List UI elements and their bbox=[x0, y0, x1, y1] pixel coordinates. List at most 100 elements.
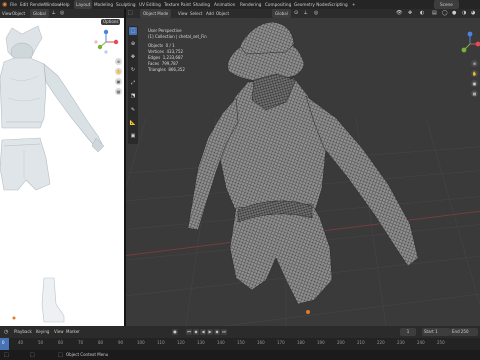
timeline-menu-view[interactable]: View bbox=[54, 326, 64, 338]
rotate-icon[interactable]: ↻ bbox=[129, 66, 137, 74]
status-bar: ⬚ ⬚ ⬚ Object Context Menu bbox=[0, 350, 480, 360]
move-icon[interactable]: ✥ bbox=[129, 53, 137, 61]
ruler-tick: 110 bbox=[157, 340, 165, 345]
timeline-menu-keying[interactable]: Keying bbox=[36, 326, 49, 338]
menu-window[interactable]: Window bbox=[44, 0, 61, 9]
blender-logo-icon[interactable]: ◉ bbox=[2, 0, 7, 9]
ruler-tick: 200 bbox=[337, 340, 345, 345]
hat-mesh bbox=[227, 21, 304, 83]
workspace-tab-modeling[interactable]: Modeling bbox=[94, 0, 113, 9]
timeline-editor-icon[interactable]: ◷ bbox=[4, 326, 8, 338]
mouse-select-icon: ⬚ bbox=[4, 352, 9, 358]
overlays-icon[interactable]: ◐ bbox=[420, 9, 424, 18]
left-zoom-icon[interactable]: ⊕ bbox=[115, 58, 122, 65]
transform-icon[interactable]: ⬔ bbox=[129, 92, 137, 100]
top-menubar: ◉ File Edit Render Window Help Layout Mo… bbox=[0, 0, 480, 9]
end-frame-field[interactable]: End 250 bbox=[450, 328, 478, 336]
left-reference-viewport[interactable]: Options ⊕ ✋ ▣ ▦ bbox=[0, 18, 124, 326]
menu-view[interactable]: View bbox=[178, 9, 188, 18]
annotate-icon[interactable]: ✎ bbox=[129, 106, 137, 114]
snap-icon[interactable]: ⟂ bbox=[304, 9, 307, 18]
scene-selector[interactable]: Scene bbox=[434, 0, 459, 9]
left-menu-object[interactable]: Object bbox=[12, 9, 25, 18]
workspace-tab-uv-editing[interactable]: UV Editing bbox=[139, 0, 161, 9]
ruler-tick: 210 bbox=[357, 340, 365, 345]
proportional-edit-icon[interactable]: ◎ bbox=[314, 9, 318, 18]
timeline-ruler[interactable]: 0 40 50 60 70 80 90 100 110 120 130 140 … bbox=[0, 338, 480, 350]
left-menu-view[interactable]: View bbox=[2, 9, 12, 18]
start-frame-field[interactable]: Start 1 bbox=[422, 328, 450, 336]
add-workspace-button[interactable]: + bbox=[352, 0, 356, 9]
solid-shading-icon[interactable]: ● bbox=[452, 9, 456, 18]
menu-select[interactable]: Select bbox=[190, 9, 202, 18]
shorts-mesh bbox=[229, 200, 333, 305]
mouse-context-icon: ⬚ bbox=[58, 352, 63, 358]
workspace-tab-scripting[interactable]: Scripting bbox=[329, 0, 348, 9]
ruler-tick: 230 bbox=[397, 340, 405, 345]
menu-file[interactable]: File bbox=[10, 0, 17, 9]
left-pan-icon[interactable]: ✋ bbox=[115, 68, 122, 75]
workspace-tab-compositing[interactable]: Compositing bbox=[265, 0, 291, 9]
gizmo-icon[interactable]: ✥ bbox=[408, 9, 412, 18]
ruler-tick: 150 bbox=[237, 340, 245, 345]
menu-object[interactable]: Object bbox=[216, 9, 229, 18]
transform-orientation-dropdown[interactable]: Global bbox=[272, 9, 291, 18]
left-options-button[interactable]: Options bbox=[101, 19, 121, 25]
record-icon[interactable]: ● bbox=[172, 329, 178, 335]
left-snap-icon[interactable]: ⟂ bbox=[52, 9, 55, 18]
left-transform-orientation[interactable]: Global bbox=[30, 9, 49, 18]
scale-icon[interactable]: ⤢ bbox=[129, 79, 137, 87]
next-key-icon[interactable]: ◆ bbox=[214, 329, 220, 335]
play-reverse-icon[interactable]: ◀ bbox=[200, 329, 206, 335]
workspace-tab-texture-paint[interactable]: Texture Paint bbox=[164, 0, 191, 9]
left-camera-icon[interactable]: ▣ bbox=[115, 78, 122, 85]
xray-icon[interactable]: ▤ bbox=[432, 9, 437, 18]
wireframe-shading-icon[interactable]: ◯ bbox=[442, 9, 448, 18]
workspace-tab-layout[interactable]: Layout bbox=[74, 0, 93, 9]
workspace-tab-sculpting[interactable]: Sculpting bbox=[116, 0, 136, 9]
add-cube-icon[interactable]: ▣ bbox=[129, 132, 137, 140]
stat-triangles: Triangles 866,352 bbox=[148, 67, 185, 72]
ruler-tick: 0 bbox=[2, 340, 5, 345]
ruler-tick: 50 bbox=[38, 340, 44, 345]
timeline-menu-playback[interactable]: Playback bbox=[14, 326, 32, 338]
viewport-header: ⬚ Object Mode View Select Add Object Glo… bbox=[126, 9, 480, 18]
measure-icon[interactable]: 📐 bbox=[129, 119, 137, 127]
pan-icon[interactable]: ✋ bbox=[471, 70, 478, 77]
zoom-icon[interactable]: ⊕ bbox=[471, 60, 478, 67]
menu-help[interactable]: Help bbox=[60, 0, 70, 9]
editor-type-icon[interactable]: ⬚ bbox=[128, 9, 133, 18]
workspace-tab-rendering[interactable]: Rendering bbox=[240, 0, 261, 9]
prev-key-icon[interactable]: ◆ bbox=[193, 329, 199, 335]
navigation-gizmo[interactable] bbox=[461, 31, 480, 53]
object-origin-dot bbox=[306, 310, 310, 314]
object-mode-dropdown[interactable]: Object Mode bbox=[140, 9, 172, 18]
left-ortho-icon[interactable]: ▦ bbox=[115, 88, 122, 95]
reference-outfit-render bbox=[0, 25, 119, 323]
workspace-tab-geometry-nodes[interactable]: Geometry Nodes bbox=[294, 0, 329, 9]
pivot-icon[interactable]: ⊙ bbox=[294, 9, 298, 18]
select-icon[interactable]: ⬚ bbox=[129, 27, 137, 35]
cursor-icon[interactable]: ⊕ bbox=[129, 40, 137, 48]
left-proportional-icon[interactable]: ◎ bbox=[60, 9, 64, 18]
status-hint: Object Context Menu bbox=[66, 352, 109, 357]
workspace-tab-animation[interactable]: Animation bbox=[214, 0, 235, 9]
jump-end-icon[interactable]: ⏭ bbox=[221, 329, 227, 335]
ruler-tick: 180 bbox=[297, 340, 305, 345]
current-frame-field[interactable]: 1 bbox=[400, 328, 416, 336]
viewport-info-overlay: User Perspective (1) Collection | chetal… bbox=[148, 28, 207, 73]
visibility-icon[interactable]: 👁 bbox=[396, 9, 402, 18]
menu-add[interactable]: Add bbox=[206, 9, 214, 18]
menu-render[interactable]: Render bbox=[30, 0, 45, 9]
menu-edit[interactable]: Edit bbox=[20, 0, 28, 9]
workspace-tab-shading[interactable]: Shading bbox=[193, 0, 210, 9]
jump-start-icon[interactable]: ⏮ bbox=[186, 329, 192, 335]
material-shading-icon[interactable]: ◑ bbox=[462, 9, 466, 18]
camera-view-icon[interactable]: ▣ bbox=[471, 80, 478, 87]
ruler-tick: 140 bbox=[217, 340, 225, 345]
play-icon[interactable]: ▶ bbox=[207, 329, 213, 335]
ortho-toggle-icon[interactable]: ▦ bbox=[471, 90, 478, 97]
timeline-menu-marker[interactable]: Marker bbox=[66, 326, 80, 338]
render-shading-icon[interactable]: ◕ bbox=[471, 9, 475, 18]
left-viewport-header: View Object Global ⟂ ◎ bbox=[0, 9, 124, 18]
